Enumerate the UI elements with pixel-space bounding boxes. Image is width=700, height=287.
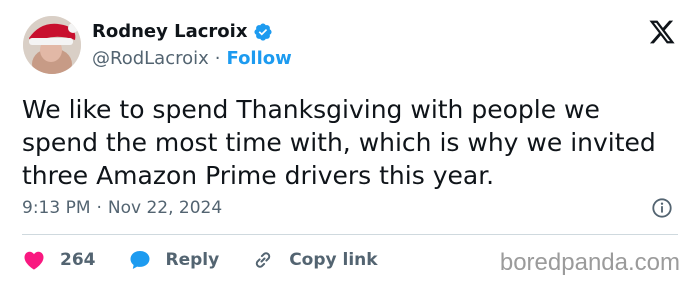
reply-label: Reply bbox=[165, 250, 220, 270]
copy-link-label: Copy link bbox=[289, 250, 378, 270]
info-icon[interactable] bbox=[651, 197, 673, 219]
tweet-time: 9:13 PM bbox=[22, 198, 91, 218]
verified-badge-icon bbox=[253, 22, 273, 42]
author-handle-row: @RodLacroix · Follow bbox=[92, 48, 292, 69]
avatar[interactable] bbox=[23, 16, 81, 74]
like-count: 264 bbox=[60, 250, 96, 270]
reply-button[interactable]: Reply bbox=[128, 248, 220, 272]
author-name-row: Rodney Lacroix bbox=[92, 21, 273, 42]
link-icon bbox=[256, 252, 271, 268]
avatar-image bbox=[23, 16, 81, 74]
copy-link-button[interactable]: Copy link bbox=[251, 248, 378, 272]
follow-button[interactable]: Follow bbox=[227, 48, 292, 69]
author-name[interactable]: Rodney Lacroix bbox=[92, 21, 247, 42]
action-bar: 264 Reply Copy link bbox=[22, 248, 410, 272]
tweet-text: We like to spend Thanksgiving with peopl… bbox=[22, 95, 656, 190]
divider bbox=[22, 234, 678, 235]
watermark: boredpanda.com bbox=[499, 249, 680, 276]
speech-bubble-icon bbox=[130, 251, 149, 269]
tweet-date: Nov 22, 2024 bbox=[107, 198, 223, 218]
separator-dot: · bbox=[214, 48, 221, 69]
like-button[interactable]: 264 bbox=[22, 248, 96, 272]
x-logo-icon[interactable] bbox=[648, 18, 676, 46]
author-handle[interactable]: @RodLacroix bbox=[92, 48, 209, 69]
tweet-timestamp[interactable]: 9:13 PM · Nov 22, 2024 bbox=[22, 198, 222, 218]
heart-icon bbox=[24, 251, 44, 270]
timestamp-separator: · bbox=[96, 198, 102, 218]
